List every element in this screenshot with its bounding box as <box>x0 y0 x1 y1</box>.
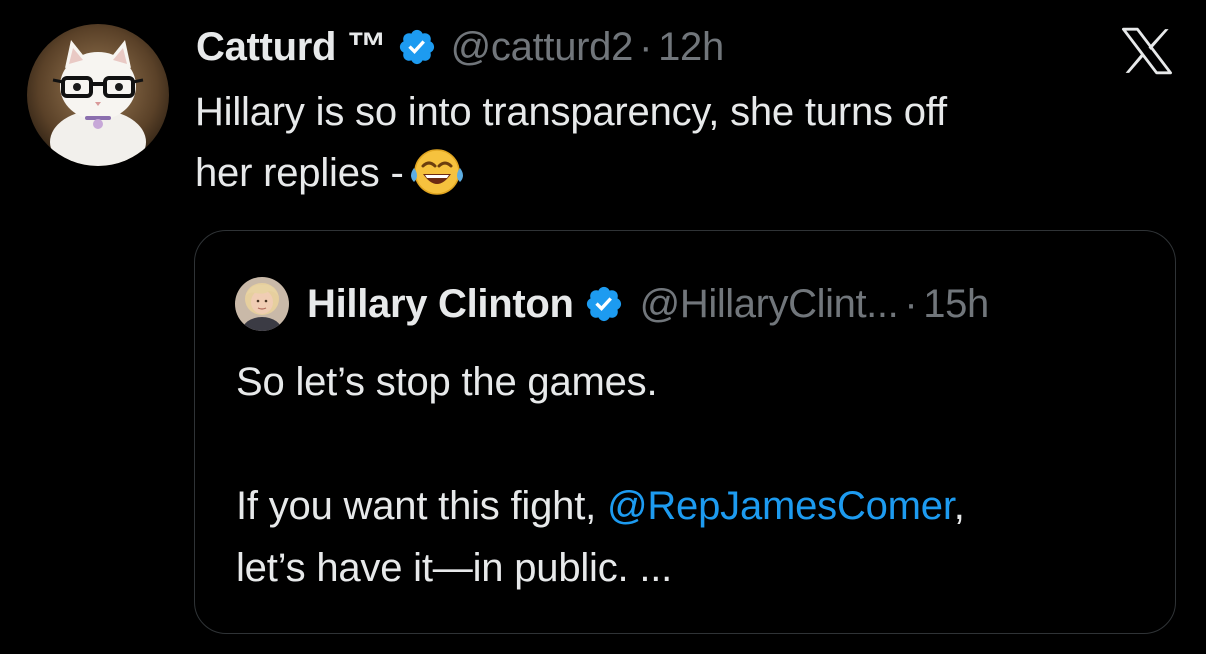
post-text-line: Hillary is so into transparency, she tur… <box>195 90 947 134</box>
quoted-post-text: So let’s stop the games. If you want thi… <box>236 351 1166 599</box>
hillary-avatar-image <box>235 277 289 331</box>
quoted-text-line: If you want this fight, @RepJamesComer, <box>236 475 1166 537</box>
post-text: Hillary is so into transparency, she tur… <box>195 82 1175 204</box>
quoted-author-display-name[interactable]: Hillary Clinton <box>307 282 574 327</box>
quoted-post-header: Hillary Clinton @HillaryClint... · 15h <box>235 277 989 331</box>
post-text-line: her replies - <box>195 143 1175 204</box>
author-avatar[interactable] <box>27 24 169 166</box>
mention-link[interactable]: @RepJamesComer <box>607 484 954 528</box>
meta-separator: · <box>904 281 918 326</box>
quoted-author-avatar[interactable] <box>235 277 289 331</box>
author-display-name[interactable]: Catturd ™ <box>196 25 387 70</box>
quoted-author-handle[interactable]: @HillaryClint... <box>640 282 899 327</box>
quoted-text-line: let’s have it—in public. ... <box>236 546 673 590</box>
cat-avatar-image <box>27 24 169 166</box>
meta-separator: · <box>639 24 653 69</box>
verified-badge-icon <box>584 284 624 324</box>
post-timestamp[interactable]: 12h <box>658 25 724 70</box>
quoted-text-segment: If you want this fight, <box>236 484 597 528</box>
face-with-tears-of-joy-icon <box>408 144 466 198</box>
verified-badge-icon <box>397 27 437 67</box>
post-text-line-content: her replies - <box>195 151 404 195</box>
quoted-text-segment: , <box>953 484 965 528</box>
x-logo-icon[interactable] <box>1120 27 1174 75</box>
quoted-post-card[interactable]: Hillary Clinton @HillaryClint... · 15h S… <box>194 230 1176 634</box>
post-header: Catturd ™ @catturd2 · 12h <box>196 22 724 72</box>
quoted-post-timestamp[interactable]: 15h <box>923 282 989 327</box>
author-handle[interactable]: @catturd2 <box>451 25 634 70</box>
quoted-text-line: So let’s stop the games. <box>236 360 658 404</box>
